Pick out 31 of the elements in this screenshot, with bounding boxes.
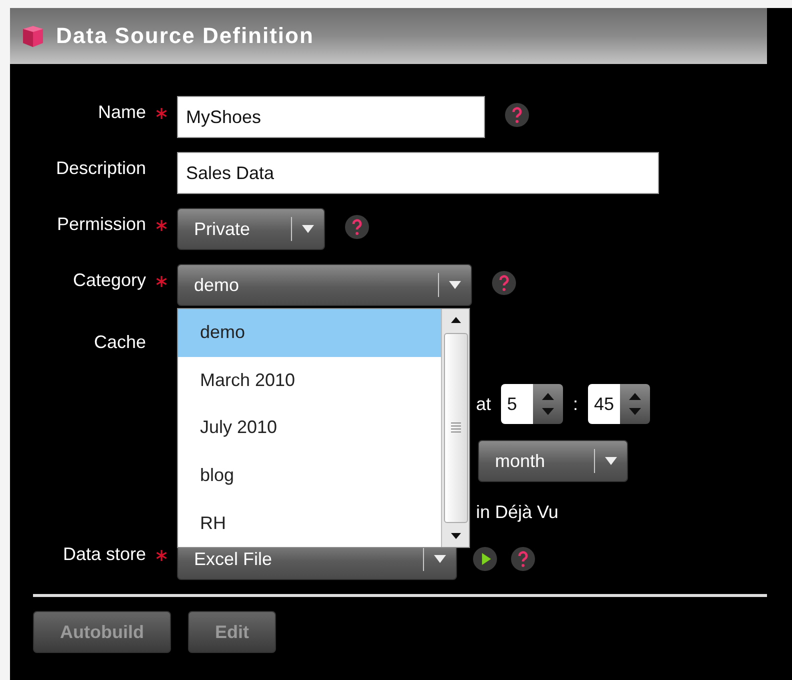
time-separator: : bbox=[573, 394, 578, 414]
caret-icon bbox=[434, 555, 446, 563]
scrollbar[interactable] bbox=[441, 309, 469, 547]
field-label: Cache bbox=[92, 331, 146, 353]
field-label: Description bbox=[54, 157, 146, 179]
help-icon[interactable] bbox=[492, 270, 516, 294]
window-title: Data Source Definition bbox=[56, 23, 314, 49]
cache-note: in Déjà Vu bbox=[476, 502, 558, 522]
caret-icon bbox=[449, 281, 461, 289]
play-icon[interactable] bbox=[473, 547, 497, 571]
at-label: at bbox=[476, 394, 492, 414]
dropdown-option[interactable]: blog bbox=[178, 452, 441, 500]
dropdown[interactable]: Private bbox=[177, 208, 325, 250]
grip-icon bbox=[450, 422, 460, 434]
help-icon[interactable] bbox=[505, 102, 529, 126]
dropdown-option[interactable]: demo bbox=[178, 309, 441, 357]
field-label: Permission bbox=[56, 213, 146, 235]
cube-icon bbox=[20, 23, 46, 49]
field-label: Data store bbox=[62, 543, 146, 565]
help-icon[interactable] bbox=[511, 547, 535, 571]
dropdown-option[interactable]: March 2010 bbox=[178, 356, 441, 404]
description-field[interactable]: Sales Data bbox=[177, 152, 659, 194]
help-icon[interactable] bbox=[345, 214, 369, 238]
period-dropdown[interactable]: month bbox=[478, 440, 628, 482]
field-label: Category bbox=[72, 269, 146, 291]
dropdown-option[interactable]: July 2010 bbox=[178, 404, 441, 452]
field-label: Name bbox=[96, 101, 146, 123]
caret-icon bbox=[605, 457, 617, 465]
caret-icon bbox=[302, 225, 314, 233]
name-field[interactable]: MyShoes bbox=[177, 96, 485, 138]
dropdown[interactable]: demo bbox=[177, 264, 472, 306]
